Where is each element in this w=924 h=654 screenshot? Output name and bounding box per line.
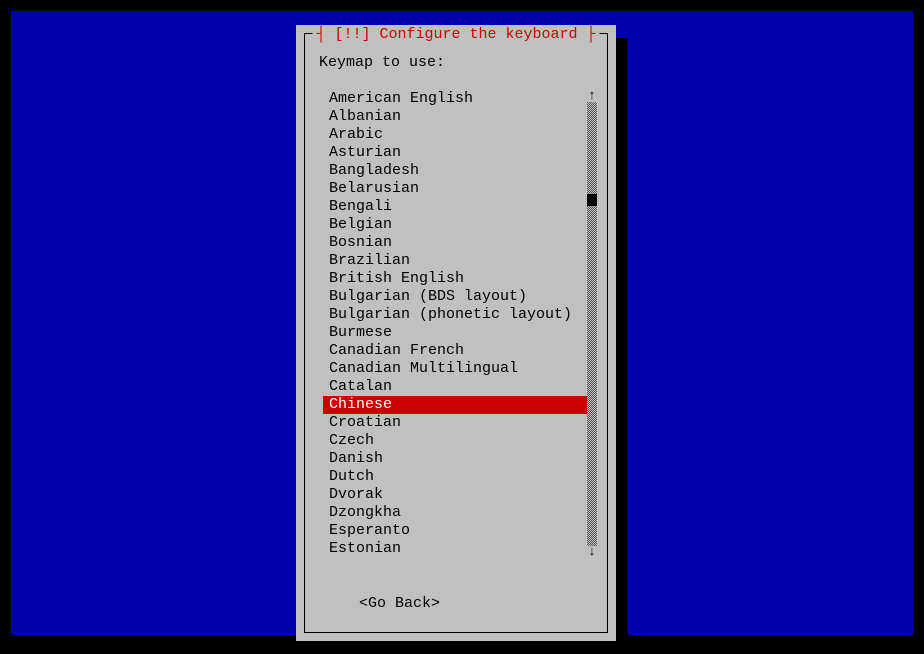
scroll-down-icon[interactable]: ↓ <box>587 546 597 558</box>
keymap-list: American English Albanian Arabic Asturia… <box>323 90 587 558</box>
list-item[interactable]: Bangladesh <box>323 162 587 180</box>
list-item[interactable]: Arabic <box>323 126 587 144</box>
list-item[interactable]: Asturian <box>323 144 587 162</box>
list-item[interactable]: Albanian <box>323 108 587 126</box>
frame-gap-right: ├ <box>578 26 596 43</box>
list-item[interactable]: Canadian French <box>323 342 587 360</box>
scrollbar-track[interactable] <box>587 90 597 558</box>
list-item[interactable]: Estonian <box>323 540 587 558</box>
dialog-title: [!!] Configure the keyboard <box>334 26 577 43</box>
dialog-title-wrap: ┤ [!!] Configure the keyboard ├ <box>312 26 599 43</box>
list-item[interactable]: Bulgarian (phonetic layout) <box>323 306 587 324</box>
list-item[interactable]: American English <box>323 90 587 108</box>
configure-keyboard-dialog: ┤ [!!] Configure the keyboard ├ Keymap t… <box>296 25 616 641</box>
list-item[interactable]: British English <box>323 270 587 288</box>
keymap-prompt: Keymap to use: <box>319 54 445 71</box>
list-item[interactable]: Burmese <box>323 324 587 342</box>
frame-gap-left: ┤ <box>316 26 334 43</box>
list-item[interactable]: Canadian Multilingual <box>323 360 587 378</box>
scrollbar-thumb[interactable] <box>587 194 597 206</box>
list-item[interactable]: Dutch <box>323 468 587 486</box>
list-item[interactable]: Dzongkha <box>323 504 587 522</box>
list-item[interactable]: Bosnian <box>323 234 587 252</box>
list-item[interactable]: Bengali <box>323 198 587 216</box>
list-item[interactable]: Danish <box>323 450 587 468</box>
scroll-up-icon[interactable]: ↑ <box>587 90 597 102</box>
list-item[interactable]: Croatian <box>323 414 587 432</box>
list-item[interactable]: Esperanto <box>323 522 587 540</box>
dialog-border: ┤ [!!] Configure the keyboard ├ Keymap t… <box>304 33 608 633</box>
list-item[interactable]: Bulgarian (BDS layout) <box>323 288 587 306</box>
list-item[interactable]: Dvorak <box>323 486 587 504</box>
list-item[interactable]: Brazilian <box>323 252 587 270</box>
list-item[interactable]: Catalan <box>323 378 587 396</box>
list-item[interactable]: Czech <box>323 432 587 450</box>
list-item-selected[interactable]: Chinese <box>323 396 587 414</box>
go-back-button[interactable]: <Go Back> <box>359 595 440 612</box>
list-item[interactable]: Belarusian <box>323 180 587 198</box>
list-item[interactable]: Belgian <box>323 216 587 234</box>
